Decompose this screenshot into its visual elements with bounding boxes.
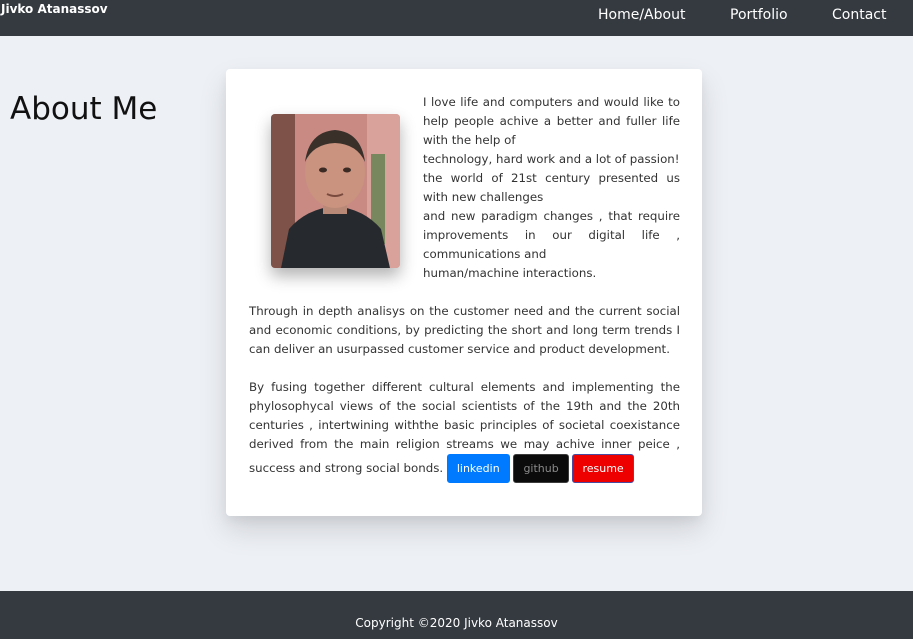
intro-line: I love life and computers and would like…	[423, 95, 680, 147]
intro-line: and new paradigm changes , that require …	[423, 209, 680, 261]
about-card: I love life and computers and would like…	[226, 69, 702, 516]
top-navbar: Jivko Atanassov Home/About Portfolio Con…	[0, 0, 913, 36]
nav-contact[interactable]: Contact	[832, 7, 886, 23]
github-button[interactable]: github	[513, 454, 569, 483]
resume-button[interactable]: resume	[572, 454, 634, 483]
profile-photo	[271, 114, 400, 268]
paragraph-culture: By fusing together different cultural el…	[249, 378, 680, 483]
intro-line: the world of 21st century presented us w…	[423, 171, 680, 204]
intro-line: technology, hard work and a lot of passi…	[423, 152, 680, 166]
intro-line: human/machine interactions.	[423, 266, 597, 280]
nav-portfolio[interactable]: Portfolio	[730, 7, 788, 23]
nav-home-about[interactable]: Home/About	[598, 7, 685, 23]
linkedin-button[interactable]: linkedin	[446, 454, 510, 483]
footer: Copyright ©2020 Jivko Atanassov	[0, 591, 913, 639]
paragraph-customer: Through in depth analisys on the custome…	[249, 304, 680, 356]
portrait-image	[271, 114, 400, 268]
brand-link[interactable]: Jivko Atanassov	[1, 2, 108, 16]
copyright-text: Copyright ©2020 Jivko Atanassov	[355, 616, 558, 630]
page-title: About Me	[10, 91, 158, 127]
intro-text: I love life and computers and would like…	[423, 93, 680, 283]
